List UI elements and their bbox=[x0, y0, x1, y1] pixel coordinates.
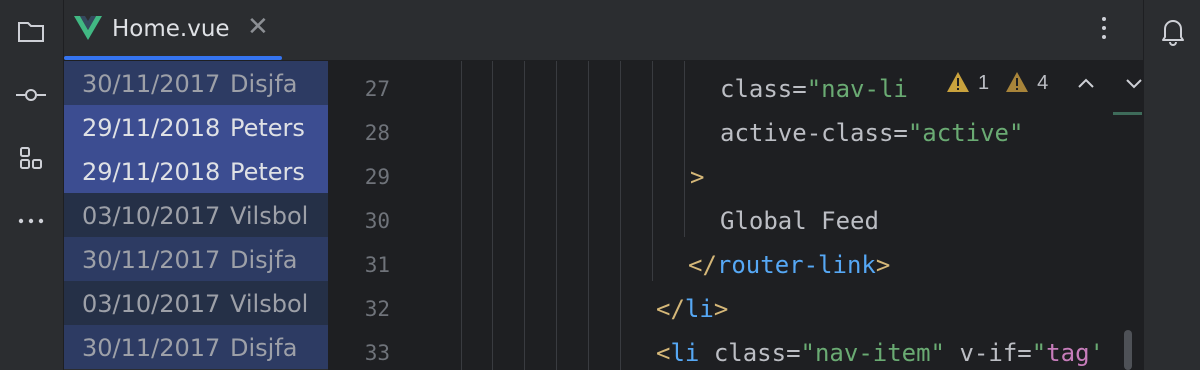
blame-author: Disjfa bbox=[230, 70, 298, 98]
indent-guide bbox=[652, 281, 653, 325]
close-icon[interactable]: ✕ bbox=[247, 12, 269, 42]
code-token: "active" bbox=[907, 119, 1024, 147]
vue-file-icon bbox=[74, 16, 102, 44]
blame-date: 29/11/2018 bbox=[82, 158, 221, 186]
code-token: = bbox=[792, 75, 807, 103]
vcs-change-marker bbox=[1113, 112, 1142, 115]
indent-guide bbox=[684, 61, 685, 237]
tab-title: Home.vue bbox=[112, 16, 230, 42]
code-token: class bbox=[720, 75, 793, 103]
code-token: < bbox=[656, 339, 671, 367]
code-token: </ bbox=[656, 295, 685, 323]
code-line-30: Global Feed bbox=[720, 199, 879, 243]
editor-more-options-icon[interactable] bbox=[1092, 10, 1116, 46]
warning-count: 1 bbox=[978, 71, 990, 94]
indent-guide bbox=[461, 61, 462, 370]
code-token: active-class bbox=[720, 119, 894, 147]
code-token: </ bbox=[688, 251, 717, 279]
code-editor[interactable]: class="nav-li 1 4 active-class="active" … bbox=[418, 61, 1143, 370]
code-line-32: </li> bbox=[656, 287, 728, 331]
blame-row[interactable]: 03/10/2017 Vilsbol bbox=[64, 281, 328, 325]
code-token: = bbox=[1017, 339, 1032, 367]
blame-row[interactable]: 29/11/2018 Peters bbox=[64, 149, 328, 193]
code-line-31: </router-link> bbox=[688, 243, 890, 287]
code-token: = bbox=[786, 339, 801, 367]
line-number-gutter: 27 28 29 30 31 32 33 bbox=[328, 61, 418, 370]
weak-warning-count: 4 bbox=[1037, 71, 1049, 94]
line-number: 30 bbox=[364, 209, 390, 233]
code-token: " bbox=[1031, 339, 1047, 367]
blame-author: Peters bbox=[230, 158, 305, 186]
right-toolbar bbox=[1143, 0, 1200, 370]
blame-row[interactable]: 30/11/2017 Disjfa bbox=[64, 325, 328, 369]
blame-author: Disjfa bbox=[230, 334, 298, 362]
code-line-33: <li class="nav-item" v-if="tag' bbox=[656, 331, 1104, 370]
code-token: li bbox=[684, 295, 714, 323]
indent-guide bbox=[492, 61, 493, 370]
code-line-29: > bbox=[690, 155, 704, 199]
warning-icon bbox=[947, 72, 969, 92]
inspection-widget[interactable]: 1 4 bbox=[946, 61, 1143, 105]
code-token: > bbox=[690, 163, 705, 191]
code-token: tag bbox=[1046, 339, 1090, 367]
tab-home-vue[interactable]: Home.vue ✕ bbox=[64, 0, 282, 60]
blame-date: 29/11/2018 bbox=[82, 114, 221, 142]
code-token: li bbox=[670, 339, 700, 367]
commit-icon[interactable] bbox=[12, 76, 50, 114]
bell-icon[interactable] bbox=[1154, 12, 1192, 50]
blame-author: Disjfa bbox=[230, 246, 298, 274]
blame-date: 30/11/2017 bbox=[82, 70, 221, 98]
active-tab-indicator bbox=[64, 56, 282, 60]
line-number: 29 bbox=[364, 165, 390, 189]
blame-date: 03/10/2017 bbox=[82, 202, 221, 230]
blame-date: 03/10/2017 bbox=[82, 290, 221, 318]
indent-guide bbox=[652, 61, 653, 281]
blame-row[interactable]: 30/11/2017 Disjfa bbox=[64, 61, 328, 105]
blame-row[interactable]: 29/11/2018 Peters bbox=[64, 105, 328, 149]
blame-row[interactable]: 03/10/2017 Vilsbol bbox=[64, 193, 328, 237]
blame-date: 30/11/2017 bbox=[82, 334, 221, 362]
line-number: 32 bbox=[364, 297, 390, 321]
blame-author: Vilsbol bbox=[230, 202, 309, 230]
line-number: 31 bbox=[364, 253, 390, 277]
code-token: = bbox=[893, 119, 908, 147]
indent-guide bbox=[620, 61, 621, 370]
more-horizontal-icon[interactable] bbox=[12, 202, 50, 240]
code-token: Global Feed bbox=[720, 207, 879, 235]
chevron-up-icon bbox=[1078, 78, 1094, 88]
structure-icon[interactable] bbox=[12, 139, 50, 177]
vertical-scrollbar[interactable] bbox=[1124, 330, 1132, 370]
code-token: "nav-item" bbox=[800, 339, 946, 367]
code-line-27: class="nav-li bbox=[720, 67, 908, 111]
blame-author: Peters bbox=[230, 114, 305, 142]
blame-row[interactable]: 30/11/2017 Disjfa bbox=[64, 237, 328, 281]
blame-date: 30/11/2017 bbox=[82, 246, 221, 274]
code-token: > bbox=[875, 251, 891, 279]
git-blame-annotations[interactable]: 30/11/2017 Disjfa 29/11/2018 Peters 29/11/20… bbox=[64, 61, 328, 370]
indent-guide bbox=[524, 61, 525, 370]
code-token: class bbox=[713, 339, 787, 367]
code-token: v-if bbox=[959, 339, 1018, 367]
line-number: 28 bbox=[364, 121, 390, 145]
blame-author: Vilsbol bbox=[230, 290, 309, 318]
code-line-28: active-class="active" bbox=[720, 111, 1023, 155]
folder-icon[interactable] bbox=[12, 12, 50, 50]
chevron-down-icon bbox=[1126, 79, 1142, 89]
code-token: "nav-li bbox=[806, 75, 908, 103]
code-token: > bbox=[713, 295, 729, 323]
line-number: 33 bbox=[364, 341, 390, 365]
code-token: ' bbox=[1089, 339, 1104, 367]
weak-warning-icon bbox=[1006, 72, 1029, 92]
code-token: router-link bbox=[716, 251, 876, 279]
indent-guide bbox=[588, 61, 589, 370]
left-toolbar bbox=[0, 0, 64, 370]
editor-tab-bar: Home.vue ✕ bbox=[64, 0, 1143, 61]
line-number: 27 bbox=[364, 77, 390, 101]
indent-guide bbox=[556, 61, 557, 370]
